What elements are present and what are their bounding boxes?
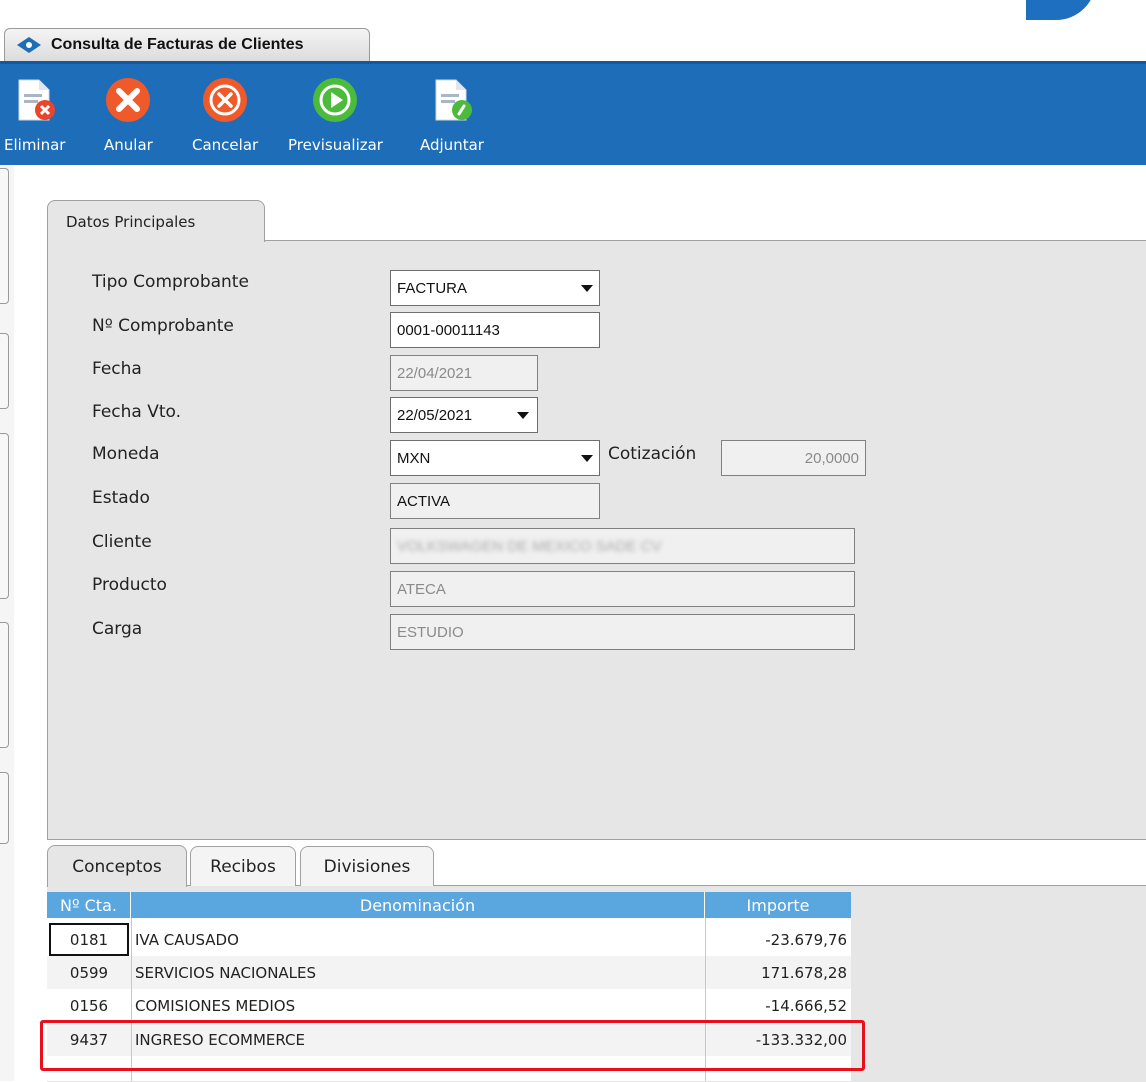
importe-value: 171.678,28	[761, 963, 847, 982]
nro-comprobante-input[interactable]: 0001-00011143	[390, 312, 600, 348]
denominacion-value: COMISIONES MEDIOS	[135, 996, 296, 1015]
denominacion-value: IVA CAUSADO	[135, 930, 239, 949]
tipo-comprobante-value: FACTURA	[397, 279, 468, 297]
fecha-label: Fecha	[92, 359, 142, 379]
cotizacion-field: 20,0000	[721, 440, 866, 476]
delete-document-icon	[18, 79, 55, 121]
chevron-down-icon	[517, 412, 529, 419]
fecha-field: 22/04/2021	[390, 355, 538, 391]
table-row[interactable]: 0181 IVA CAUSADO -23.679,76	[47, 923, 851, 956]
moneda-label: Moneda	[92, 444, 160, 464]
toolbar: Eliminar Anular Cancelar Previsualizar A…	[0, 61, 1146, 165]
nro-comprobante-label: Nº Comprobante	[92, 316, 234, 336]
denominacion-cell: COMISIONES MEDIOS	[135, 989, 295, 1022]
fecha-vto-value: 22/05/2021	[397, 406, 473, 424]
anular-button[interactable]: Anular	[104, 76, 153, 154]
carga-field: ESTUDIO	[390, 614, 855, 650]
anular-label: Anular	[104, 136, 153, 154]
chevron-down-icon	[581, 455, 593, 462]
producto-field: ATECA	[390, 571, 855, 607]
producto-label: Producto	[92, 575, 167, 595]
cliente-value: VOLKSWAGEN DE MEXICO SADE CV	[397, 537, 662, 555]
tab-recibos-label: Recibos	[210, 856, 276, 877]
estado-field: ACTIVA	[390, 483, 600, 519]
tab-datos-principales-label: Datos Principales	[66, 212, 196, 231]
importe-cell: 171.678,28	[705, 956, 847, 989]
sidebar-handle[interactable]	[0, 622, 9, 748]
tab-divisiones-label: Divisiones	[323, 856, 411, 877]
cotizacion-label: Cotización	[608, 444, 697, 464]
column-header-cta-label: Nº Cta.	[60, 895, 117, 915]
column-header-cta[interactable]: Nº Cta.	[47, 892, 131, 918]
importe-value: -14.666,52	[765, 996, 847, 1015]
adjuntar-button[interactable]: Adjuntar	[420, 76, 484, 154]
cancelar-label: Cancelar	[192, 136, 259, 154]
denominacion-cell: IVA CAUSADO	[135, 923, 239, 956]
importe-cell: -23.679,76	[705, 923, 847, 956]
cliente-label: Cliente	[92, 532, 152, 552]
previsualizar-label: Previsualizar	[288, 136, 383, 154]
column-header-denominacion-label: Denominación	[359, 895, 476, 915]
tab-recibos[interactable]: Recibos	[190, 846, 296, 886]
sidebar-handle[interactable]	[0, 772, 9, 844]
tab-conceptos[interactable]: Conceptos	[47, 845, 187, 887]
cta-cell[interactable]: 0181	[49, 923, 129, 956]
cancel-circle-icon	[203, 78, 248, 122]
moneda-value: MXN	[397, 449, 431, 467]
chevron-down-icon	[581, 285, 593, 292]
denominacion-cell: SERVICIOS NACIONALES	[135, 956, 316, 989]
producto-value: ATECA	[397, 580, 446, 598]
tab-divisiones[interactable]: Divisiones	[300, 846, 434, 886]
fecha-vto-picker[interactable]: 22/05/2021	[390, 397, 538, 433]
column-header-denominacion[interactable]: Denominación	[131, 892, 705, 918]
cta-value: 0599	[69, 963, 109, 982]
cotizacion-value: 20,0000	[804, 449, 859, 467]
cliente-field: VOLKSWAGEN DE MEXICO SADE CV	[390, 528, 855, 564]
window-tab-title: Consulta de Facturas de Clientes	[51, 36, 304, 53]
tipo-comprobante-select[interactable]: FACTURA	[390, 270, 600, 306]
previsualizar-button[interactable]: Previsualizar	[288, 76, 383, 154]
play-circle-icon	[313, 78, 358, 122]
attach-document-icon	[435, 79, 472, 121]
cta-cell: 0156	[47, 989, 131, 1022]
corner-decoration	[1026, 0, 1096, 20]
cta-cell: 0599	[47, 956, 131, 989]
sidebar-handle[interactable]	[0, 433, 9, 599]
moneda-select[interactable]: MXN	[390, 440, 600, 476]
column-header-importe[interactable]: Importe	[705, 892, 851, 918]
sidebar-handle[interactable]	[0, 168, 9, 304]
tab-datos-principales[interactable]: Datos Principales	[47, 200, 265, 242]
estado-label: Estado	[92, 488, 150, 508]
cta-value: 0181	[69, 930, 109, 949]
cta-value: 0156	[69, 996, 109, 1015]
app-icon	[17, 37, 41, 53]
tipo-comprobante-label: Tipo Comprobante	[92, 272, 249, 292]
table-row[interactable]: 0156 COMISIONES MEDIOS -14.666,52	[47, 989, 851, 1022]
x-circle-icon	[106, 78, 151, 122]
window-tab[interactable]: Consulta de Facturas de Clientes	[4, 28, 370, 61]
fecha-vto-label: Fecha Vto.	[92, 402, 182, 422]
eliminar-label: Eliminar	[4, 136, 66, 154]
adjuntar-label: Adjuntar	[420, 136, 484, 154]
tab-conceptos-label: Conceptos	[72, 856, 162, 877]
highlight-box	[40, 1020, 865, 1071]
denominacion-value: SERVICIOS NACIONALES	[135, 963, 317, 982]
carga-value: ESTUDIO	[397, 623, 464, 641]
table-row[interactable]: 0599 SERVICIOS NACIONALES 171.678,28	[47, 956, 851, 989]
cancelar-button[interactable]: Cancelar	[192, 76, 258, 154]
column-header-importe-label: Importe	[746, 895, 810, 915]
fecha-value: 22/04/2021	[397, 364, 473, 382]
importe-value: -23.679,76	[765, 930, 847, 949]
eliminar-button[interactable]: Eliminar	[4, 76, 65, 154]
sidebar-handle[interactable]	[0, 333, 9, 409]
carga-label: Carga	[92, 619, 143, 639]
nro-comprobante-value: 0001-00011143	[397, 321, 500, 339]
estado-value: ACTIVA	[397, 492, 451, 510]
importe-cell: -14.666,52	[705, 989, 847, 1022]
